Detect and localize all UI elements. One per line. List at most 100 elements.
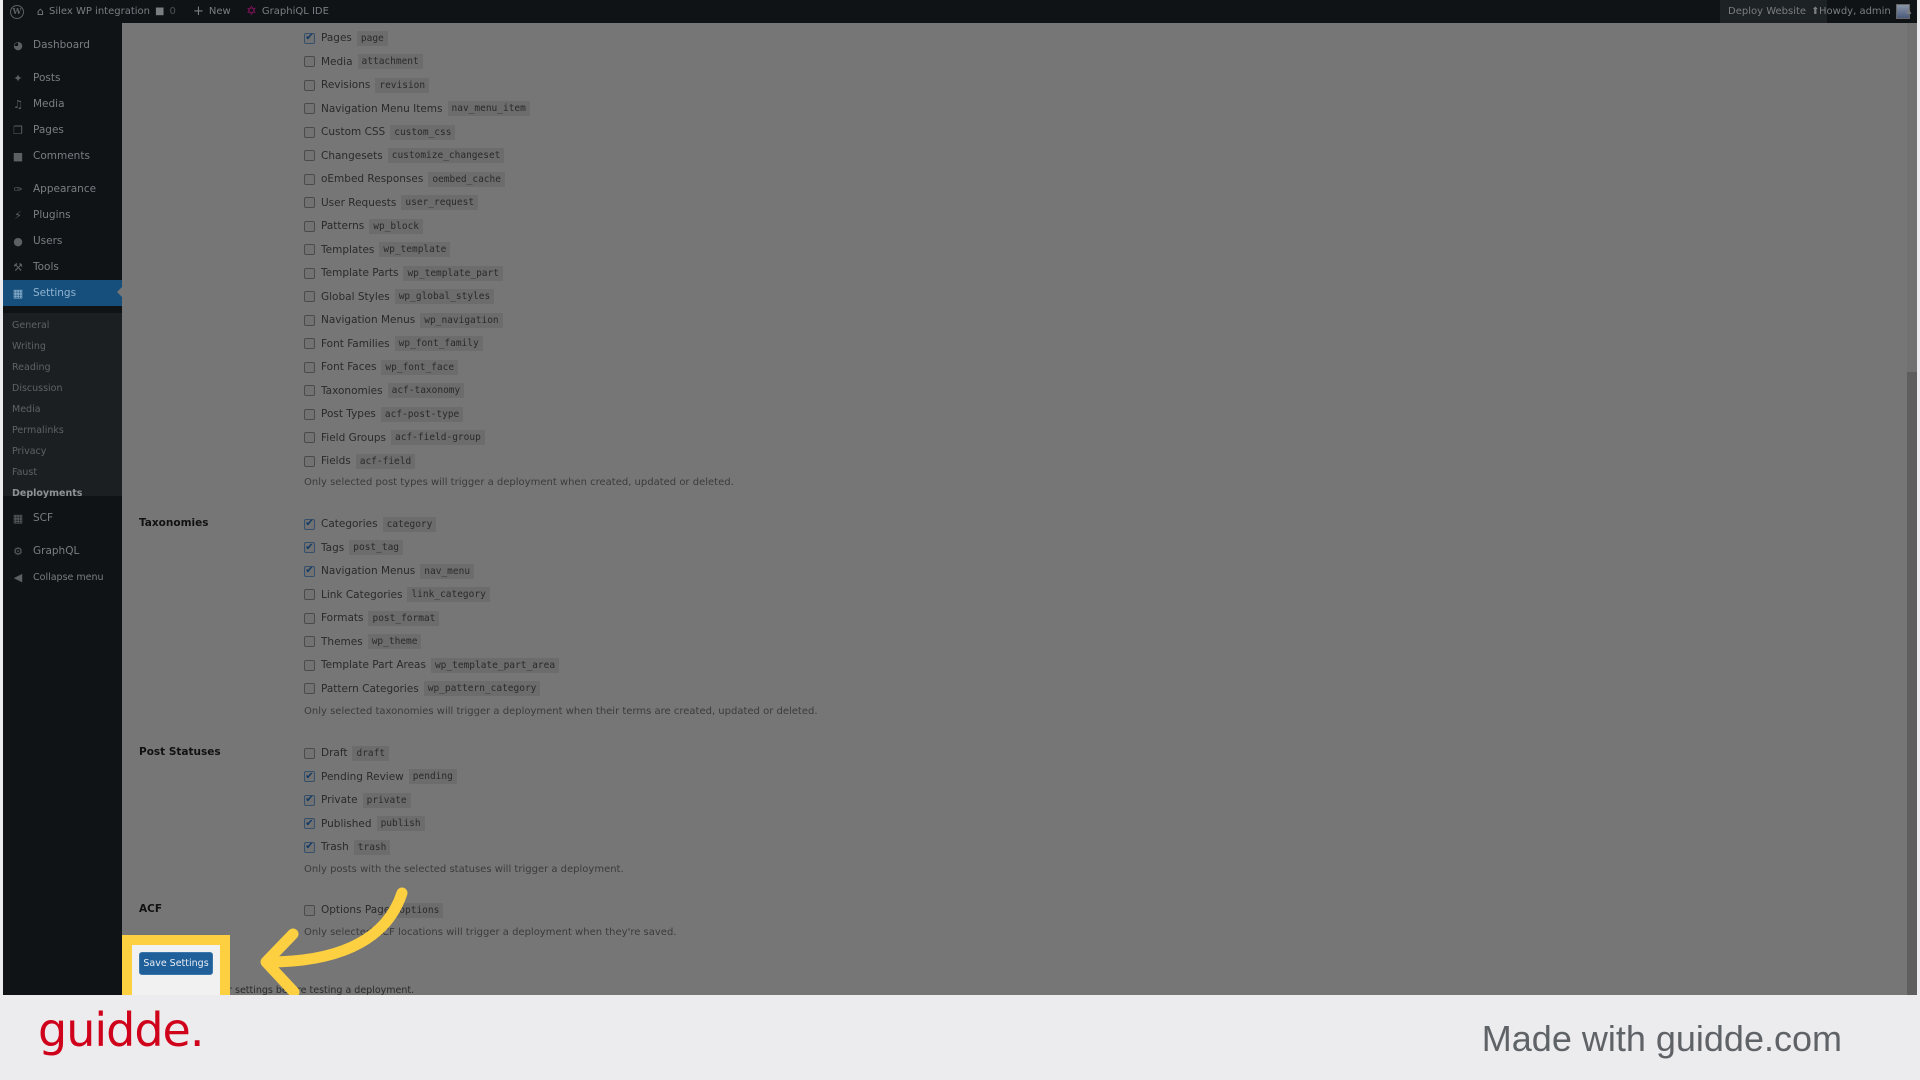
new-content-button[interactable]: + New (193, 0, 231, 23)
site-name-link[interactable]: ⌂ Silex WP integration (37, 0, 150, 23)
checkbox[interactable] (304, 589, 315, 600)
checkbox-row[interactable]: Revisions revision (304, 75, 430, 95)
wp-logo-button[interactable]: W (10, 0, 24, 23)
checkbox-row[interactable]: Themes wp_theme (304, 632, 422, 652)
submenu-general[interactable]: General (12, 320, 49, 331)
account-menu[interactable]: Howdy, admin (1819, 0, 1910, 23)
checkbox-row[interactable]: Link Categories link_category (304, 585, 490, 605)
checkbox[interactable] (304, 408, 315, 420)
checkbox-row[interactable]: Field Groups acf-field-group (304, 428, 485, 448)
checkbox[interactable] (304, 103, 315, 114)
checkbox-row[interactable]: Font Faces wp_font_face (304, 357, 459, 377)
checkbox[interactable] (304, 683, 315, 694)
checkbox-row[interactable]: ✔ Pages page (304, 28, 388, 48)
checkbox-row[interactable]: Global Styles wp_global_styles (304, 287, 495, 307)
checkbox[interactable] (304, 220, 315, 232)
checkbox-row[interactable]: Navigation Menus wp_navigation (304, 310, 503, 330)
checkbox-row[interactable]: Custom CSS custom_css (304, 122, 456, 142)
submenu-writing[interactable]: Writing (12, 341, 46, 352)
sidebar-item-posts[interactable]: ✦ Posts (3, 66, 122, 90)
checkbox[interactable] (304, 747, 315, 759)
scrollbar-thumb[interactable] (1907, 372, 1917, 995)
checkbox-checked[interactable]: ✔ (304, 794, 315, 806)
checkbox-checked[interactable]: ✔ (304, 565, 315, 577)
checkbox[interactable] (304, 173, 315, 185)
checkbox[interactable] (304, 385, 315, 396)
sidebar-item-settings[interactable]: ▦ Settings (3, 280, 123, 306)
checkbox-label: Template Part Areas (321, 659, 426, 671)
checkbox-row[interactable]: ✔ Published publish (304, 814, 425, 834)
checkbox[interactable] (304, 636, 315, 647)
comments-count: 0 (169, 6, 176, 17)
checkbox-row[interactable]: Media attachment (304, 52, 423, 72)
checkbox-row[interactable]: ✔ Pending Review pending (304, 767, 457, 787)
sidebar-item-media[interactable]: ♫ Media (3, 92, 122, 116)
checkbox-row[interactable]: Template Part Areas wp_template_part_area (304, 655, 560, 675)
graphiql-ide-link[interactable]: ✡ GraphiQL IDE (246, 0, 329, 23)
checkbox[interactable] (304, 56, 315, 67)
checkbox[interactable] (304, 126, 315, 138)
checkbox-row[interactable]: Pattern Categories wp_pattern_category (304, 679, 541, 699)
submenu-reading[interactable]: Reading (12, 362, 51, 373)
checkbox-row[interactable]: Options Page options (304, 900, 444, 920)
checkbox-row[interactable]: Draft draft (304, 743, 390, 763)
checkbox[interactable] (304, 244, 315, 255)
sidebar-item-dashboard[interactable]: ◕ Dashboard (3, 33, 122, 57)
checkbox[interactable] (304, 267, 315, 279)
checkbox-row[interactable]: Taxonomies acf-taxonomy (304, 381, 465, 401)
checkbox[interactable] (304, 904, 315, 916)
submenu-faust[interactable]: Faust (12, 467, 37, 478)
sidebar-item-appearance[interactable]: ✑ Appearance (3, 177, 122, 201)
checkbox[interactable] (304, 197, 315, 208)
checkbox-checked[interactable]: ✔ (304, 818, 315, 829)
checkbox[interactable] (304, 291, 315, 302)
checkbox[interactable] (304, 314, 315, 326)
submenu-deployments[interactable]: Deployments (12, 488, 82, 499)
checkbox-row[interactable]: Post Types acf-post-type (304, 404, 464, 424)
sidebar-item-graphql[interactable]: ⚙ GraphQL (3, 539, 122, 563)
checkbox-row[interactable]: Fields acf-field (304, 451, 416, 471)
checkbox-checked[interactable]: ✔ (304, 841, 315, 853)
checkbox[interactable] (304, 150, 315, 161)
checkbox-row[interactable]: ✔ Tags post_tag (304, 538, 404, 558)
checkbox[interactable] (304, 79, 315, 91)
submenu-privacy[interactable]: Privacy (12, 446, 46, 457)
checkbox-row[interactable]: Patterns wp_block (304, 216, 424, 236)
submenu-permalinks[interactable]: Permalinks (12, 425, 64, 436)
sidebar-item-scf[interactable]: ▦ SCF (3, 506, 122, 530)
sidebar-item-tools[interactable]: ⚒ Tools (3, 255, 122, 279)
checkbox-row[interactable]: ✔ Categories category (304, 514, 437, 534)
submenu-media[interactable]: Media (12, 404, 41, 415)
checkbox-checked[interactable]: ✔ (304, 542, 315, 553)
checkbox-row[interactable]: Navigation Menu Items nav_menu_item (304, 99, 530, 119)
save-settings-button[interactable]: Save Settings (139, 952, 213, 975)
checkbox[interactable] (304, 432, 315, 443)
checkbox-row[interactable]: Formats post_format (304, 608, 440, 628)
checkbox-row[interactable]: Font Families wp_font_family (304, 334, 483, 354)
checkbox-checked[interactable]: ✔ (304, 32, 315, 44)
checkbox-row[interactable]: ✔ Trash trash (304, 837, 391, 857)
comments-link[interactable]: ■ 0 (155, 0, 176, 23)
sidebar-item-plugins[interactable]: ⚡ Plugins (3, 203, 122, 227)
checkbox-row[interactable]: oEmbed Responses oembed_cache (304, 169, 505, 189)
checkbox[interactable] (304, 455, 315, 467)
checkbox-row[interactable]: ✔ Private private (304, 790, 411, 810)
scroll-up-icon[interactable]: ▲ (1906, 0, 1911, 23)
checkbox[interactable] (304, 659, 315, 671)
sidebar-item-users[interactable]: ● Users (3, 229, 122, 253)
submenu-discussion[interactable]: Discussion (12, 383, 63, 394)
checkbox-checked[interactable]: ✔ (304, 771, 315, 782)
checkbox-row[interactable]: Changesets customize_changeset (304, 146, 505, 166)
deploy-website-button[interactable]: Deploy Website ⬆ (1720, 0, 1828, 23)
sidebar-item-pages[interactable]: ❐ Pages (3, 118, 122, 142)
sidebar-item-comments[interactable]: ■ Comments (3, 144, 122, 168)
checkbox[interactable] (304, 361, 315, 373)
checkbox[interactable] (304, 338, 315, 349)
checkbox-checked[interactable]: ✔ (304, 518, 315, 530)
checkbox[interactable] (304, 612, 315, 624)
collapse-menu-button[interactable]: ◀ Collapse menu (3, 565, 122, 589)
checkbox-row[interactable]: ✔ Navigation Menus nav_menu (304, 561, 475, 581)
checkbox-row[interactable]: Template Parts wp_template_part (304, 263, 503, 283)
checkbox-row[interactable]: Templates wp_template (304, 240, 451, 260)
checkbox-row[interactable]: User Requests user_request (304, 193, 479, 213)
